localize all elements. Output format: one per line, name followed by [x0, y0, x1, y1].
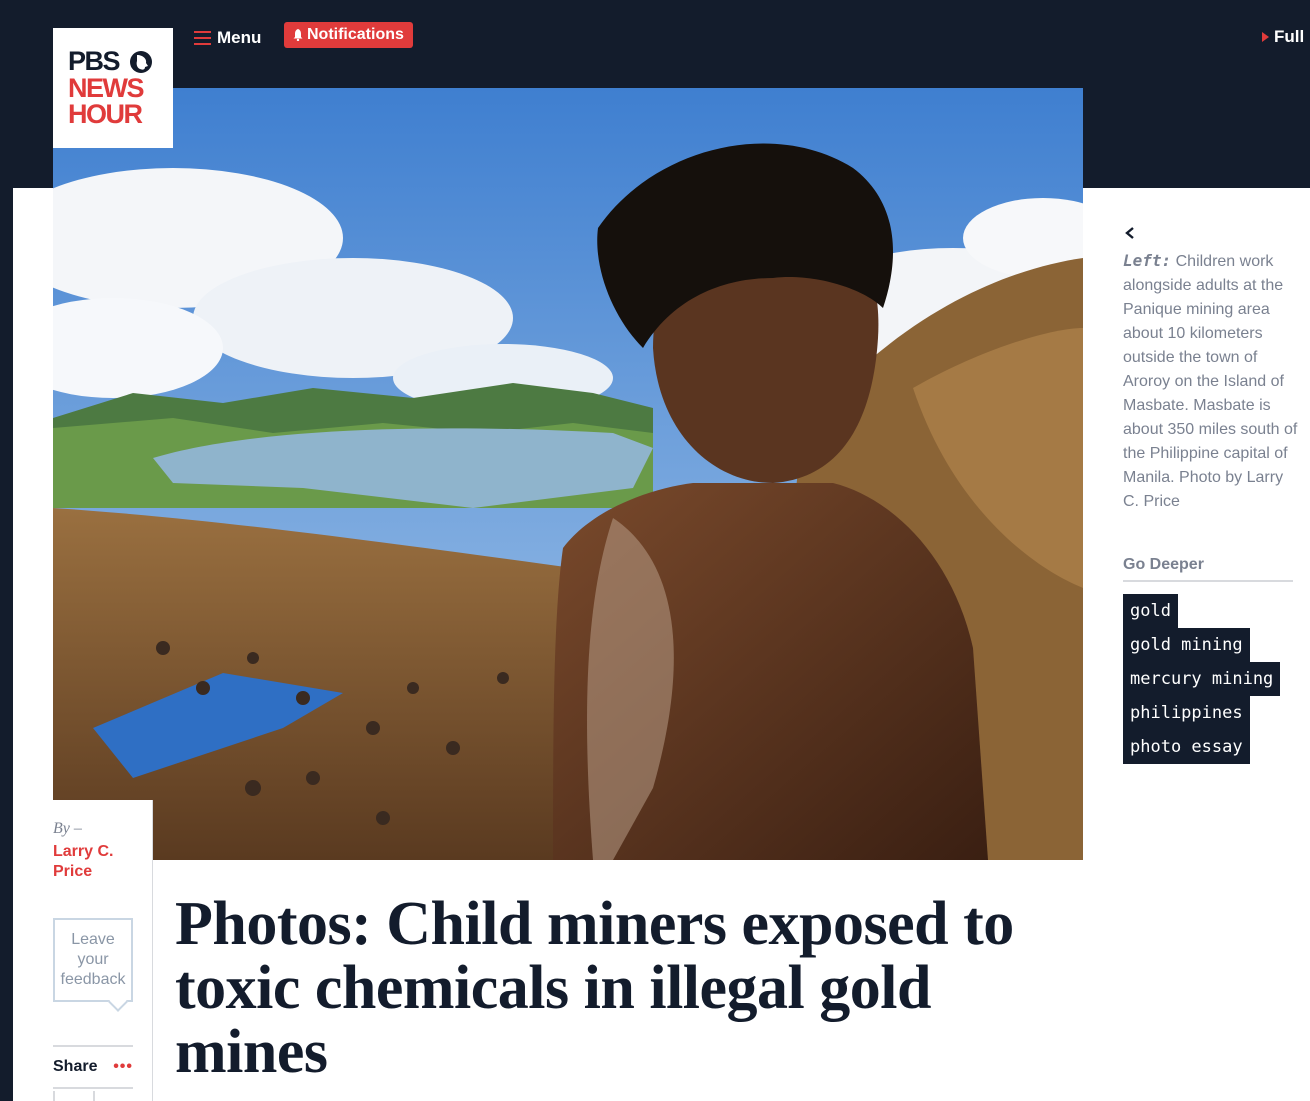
by-label: By –	[53, 820, 82, 837]
byline-panel: By – Larry C. Price Leave your feedback …	[13, 800, 153, 1101]
pbs-newshour-logo[interactable]: PBS NEWS HOUR	[53, 28, 173, 148]
hero-photo	[53, 88, 1083, 860]
share-label: Share	[53, 1058, 98, 1075]
hamburger-icon	[194, 31, 211, 45]
previous-arrow-icon[interactable]	[1123, 225, 1137, 241]
left-edge-strip	[0, 188, 13, 1101]
logo-hour-text: HOUR	[68, 99, 143, 129]
caption-direction: Left:	[1123, 251, 1172, 270]
share-divider	[53, 1091, 133, 1101]
menu-label: Menu	[217, 28, 262, 47]
more-dots-icon: •••	[113, 1058, 133, 1075]
full-screen-button[interactable]: Full	[1262, 27, 1304, 47]
notifications-label: Notifications	[307, 26, 404, 43]
tag-gold-mining[interactable]: gold mining	[1123, 628, 1250, 662]
logo-news-text: NEWS	[68, 73, 145, 103]
leave-feedback-button[interactable]: Leave your feedback	[53, 918, 133, 1002]
logo-pbs-text: PBS	[68, 46, 121, 76]
caption-text: Children work alongside adults at the Pa…	[1123, 253, 1298, 510]
menu-button[interactable]: Menu	[194, 26, 261, 50]
photo-caption: Left: Children work alongside adults at …	[1123, 249, 1298, 514]
hero-photo-illustration	[53, 88, 1083, 860]
author-link[interactable]: Larry C. Price	[53, 842, 143, 882]
go-deeper-heading: Go Deeper	[1123, 556, 1293, 582]
article-headline: Photos: Child miners exposed to toxic ch…	[175, 890, 1014, 1086]
tag-gold[interactable]: gold	[1123, 594, 1178, 628]
tag-mercury-mining[interactable]: mercury mining	[1123, 662, 1281, 696]
tag-philippines[interactable]: philippines	[1123, 696, 1250, 730]
bell-icon	[293, 29, 303, 41]
share-button[interactable]: Share •••	[53, 1045, 133, 1089]
full-label: Full	[1274, 27, 1305, 46]
photo-sidebar: Left: Children work alongside adults at …	[1123, 225, 1298, 764]
tag-list: gold gold mining mercury mining philippi…	[1123, 594, 1298, 764]
pbs-head-icon	[130, 51, 152, 73]
tag-photo-essay[interactable]: photo essay	[1123, 730, 1250, 764]
notifications-button[interactable]: Notifications	[284, 22, 413, 48]
play-triangle-icon	[1262, 32, 1269, 42]
